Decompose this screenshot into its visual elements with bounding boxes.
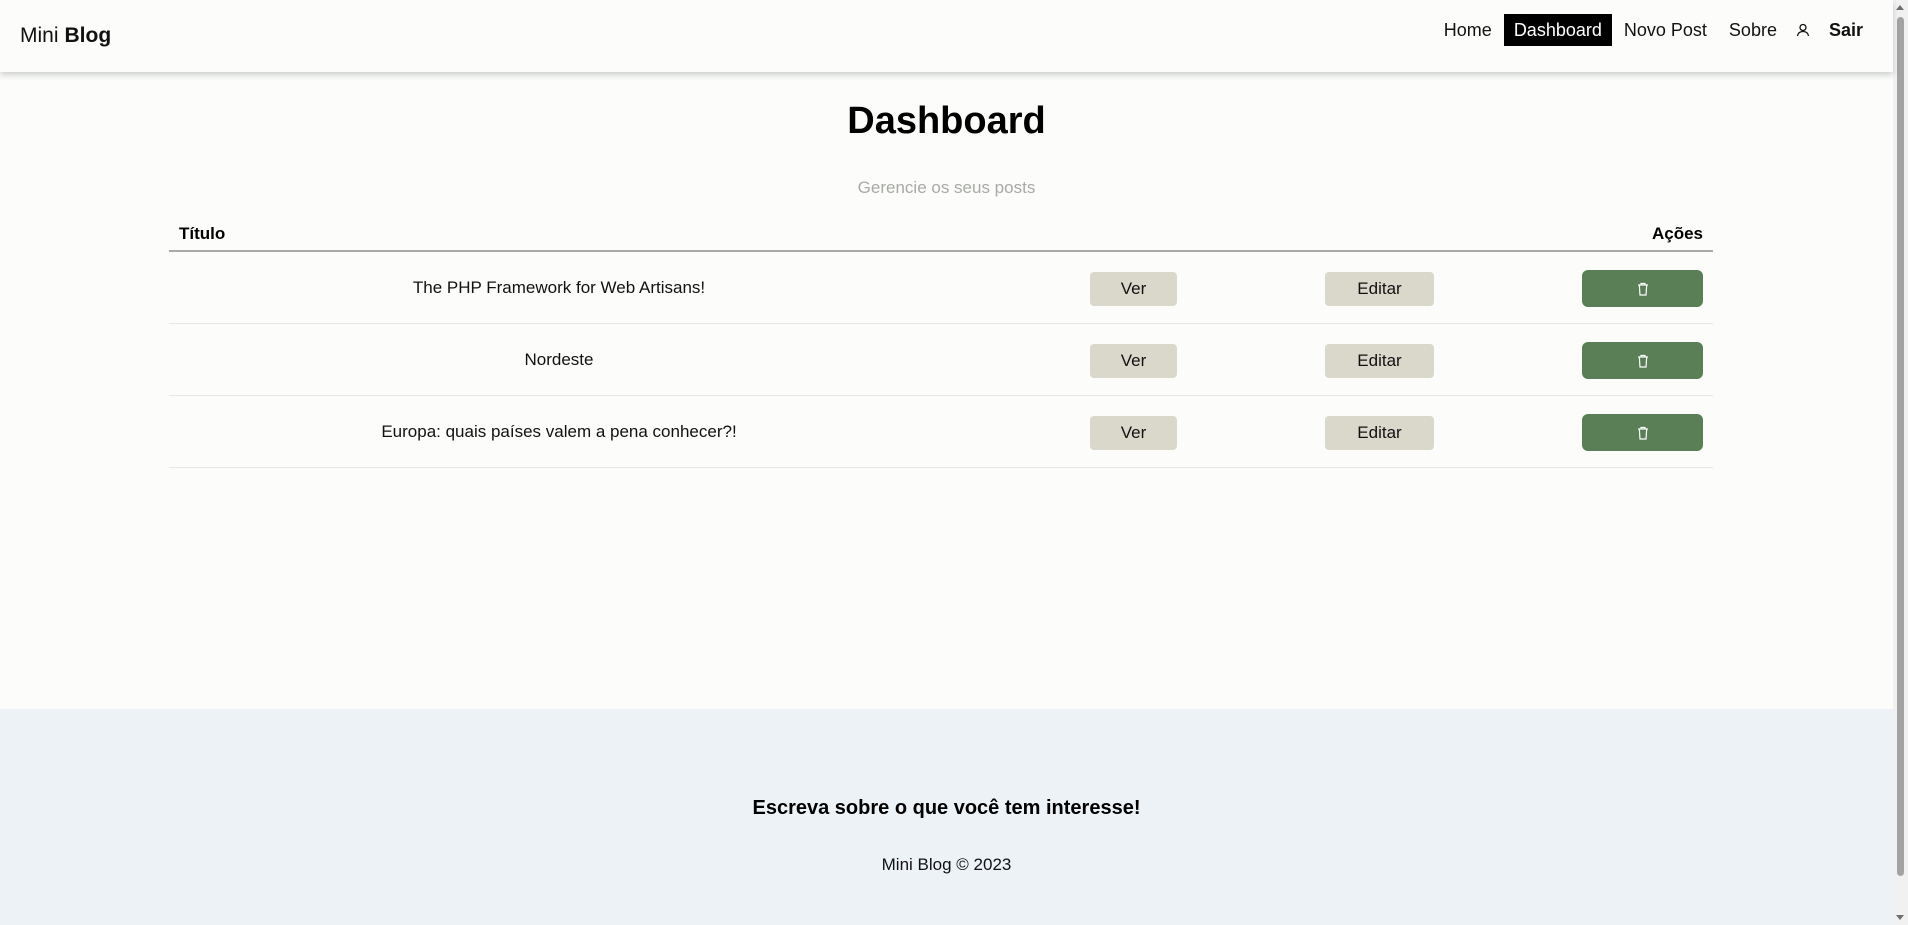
posts-table: Título Ações The PHP Framework for Web A… xyxy=(169,218,1713,468)
column-title-header: Título xyxy=(179,224,226,243)
nav-links: Home Dashboard Novo Post Sobre Sair xyxy=(1434,14,1873,46)
table-row: The PHP Framework for Web Artisans! Ver … xyxy=(169,252,1713,324)
view-button[interactable]: Ver xyxy=(1090,416,1177,450)
edit-button[interactable]: Editar xyxy=(1325,344,1434,378)
trash-icon xyxy=(1637,354,1648,368)
main-content: Dashboard Gerencie os seus posts Título … xyxy=(0,72,1893,709)
navbar: Mini Blog Home Dashboard Novo Post Sobre… xyxy=(0,0,1893,72)
scrollbar-thumb[interactable] xyxy=(1897,17,1904,876)
nav-dashboard[interactable]: Dashboard xyxy=(1503,14,1612,46)
scroll-down-arrow-icon[interactable] xyxy=(1896,915,1904,920)
brand-strong: Blog xyxy=(64,24,112,47)
table-row: Europa: quais países valem a pena conhec… xyxy=(169,396,1713,468)
nav-logout[interactable]: Sair xyxy=(1819,14,1873,46)
scroll-up-arrow-icon[interactable] xyxy=(1896,5,1904,10)
brand-prefix: Mini xyxy=(20,24,59,47)
vertical-scrollbar[interactable] xyxy=(1893,0,1908,925)
post-title: The PHP Framework for Web Artisans! xyxy=(412,278,706,297)
post-title: Nordeste xyxy=(524,350,594,369)
nav-new-post[interactable]: Novo Post xyxy=(1614,14,1717,46)
post-title: Europa: quais países valem a pena conhec… xyxy=(381,422,737,441)
nav-about[interactable]: Sobre xyxy=(1719,14,1787,46)
page-title: Dashboard xyxy=(847,100,1046,142)
delete-button[interactable] xyxy=(1582,342,1703,379)
trash-icon xyxy=(1637,282,1648,296)
column-actions-header: Ações xyxy=(1651,224,1703,243)
footer-tagline: Escreva sobre o que você tem interesse! xyxy=(752,797,1141,819)
edit-button[interactable]: Editar xyxy=(1325,272,1434,306)
table-row: Nordeste Ver Editar xyxy=(169,324,1713,396)
view-button[interactable]: Ver xyxy=(1090,344,1177,378)
user-icon[interactable] xyxy=(1789,16,1817,44)
delete-button[interactable] xyxy=(1582,414,1703,451)
delete-button[interactable] xyxy=(1582,270,1703,307)
edit-button[interactable]: Editar xyxy=(1325,416,1434,450)
trash-icon xyxy=(1637,426,1648,440)
view-button[interactable]: Ver xyxy=(1090,272,1177,306)
footer: Escreva sobre o que você tem interesse! … xyxy=(0,709,1893,925)
footer-copyright: Mini Blog © 2023 xyxy=(881,855,1012,874)
table-header: Título Ações xyxy=(169,218,1713,252)
nav-home[interactable]: Home xyxy=(1434,14,1502,46)
brand-logo[interactable]: Mini Blog xyxy=(20,24,111,48)
page-subtitle: Gerencie os seus posts xyxy=(857,178,1036,197)
